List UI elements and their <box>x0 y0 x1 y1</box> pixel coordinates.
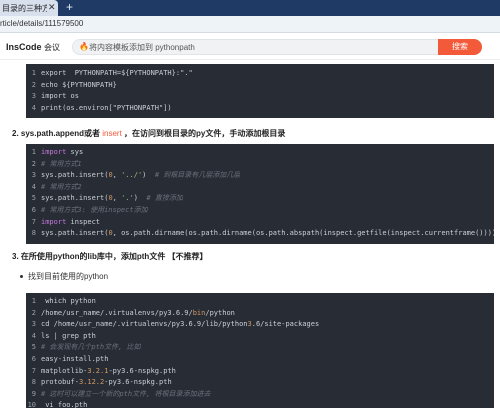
code-line: 3 sys.path.insert(0, '../') # 到根目录有几层添加几层 <box>26 170 494 182</box>
nav-item-meeting[interactable]: 会议 <box>44 42 60 53</box>
code-line: 4 ls | grep pth <box>26 331 494 343</box>
line-number: 8 <box>31 378 36 387</box>
code-line: 2 echo ${PYTHONPATH} <box>26 80 494 92</box>
insert-link[interactable]: insert <box>102 129 122 138</box>
site-logo[interactable]: InsCode <box>6 42 42 52</box>
tab-title: 目录的三种方法_l <box>2 4 47 13</box>
code-text: # 常用方式1 <box>41 159 82 168</box>
browser-tab[interactable]: 目录的三种方法_l ✕ <box>0 0 58 16</box>
code-text: # 常用方式3: 使用inspect添加 <box>41 205 148 214</box>
code-text: import sys <box>41 148 84 156</box>
search-placeholder: 将内容模板添加到 pythonpath <box>89 43 195 52</box>
code-text: ls | grep pth <box>41 331 96 340</box>
code-text: vi foo.pth <box>41 401 88 408</box>
line-number: 1 <box>31 297 36 305</box>
line-number: 5 <box>31 343 36 352</box>
heading-2-prefix: 2. sys.path.append或者 <box>12 129 103 138</box>
section-heading-3: 3. 在所使用python的lib库中，添加pth文件 【不推荐】 <box>12 251 208 262</box>
line-number: 1 <box>31 148 36 156</box>
code-text: which python <box>41 297 96 305</box>
code-block-1: 1 export PYTHONPATH=${PYTHONPATH}:"." 2 ech… <box>26 64 494 118</box>
close-icon[interactable]: ✕ <box>48 2 56 13</box>
code-line: 7 import inspect <box>26 217 494 229</box>
code-text: easy-install.pth <box>41 354 109 363</box>
code-text: protobuf-3.12.2-py3.6-nspkg.pth <box>41 378 172 387</box>
site-header: InsCode 会议 🔥 将内容模板添加到 pythonpath 搜索 <box>0 34 500 60</box>
line-number: 2 <box>31 308 36 317</box>
code-text: sys.path.insert(0, '../') # 到根目录有几层添加几层 <box>41 171 241 180</box>
code-line: 6 easy-install.pth <box>26 354 494 366</box>
new-tab-button[interactable]: + <box>66 0 73 15</box>
code-text: matplotlib-3.2.1-py3.6-nspkg.pth <box>41 366 176 375</box>
code-line: 2 # 常用方式1 <box>26 159 494 171</box>
code-text: import inspect <box>41 217 101 226</box>
line-number: 3 <box>31 320 36 329</box>
code-text: import os <box>41 92 79 101</box>
line-number: 7 <box>31 217 36 226</box>
code-line: 4 print(os.environ["PYTHONPATH"]) <box>26 103 494 115</box>
line-number: 4 <box>31 182 36 191</box>
article-content: 1 export PYTHONPATH=${PYTHONPATH}:"." 2 ech… <box>0 60 500 408</box>
code-line: 5 sys.path.insert(0, '.') # 直接添加 <box>26 193 494 205</box>
code-text: cd /home/usr_name/.virtualenvs/py3.6.9/l… <box>41 320 320 329</box>
line-number: 5 <box>31 194 36 203</box>
line-number: 8 <box>31 229 36 238</box>
line-number: 3 <box>31 92 36 101</box>
line-number: 1 <box>31 69 36 77</box>
heading-3-text: 3. 在所使用python的lib库中，添加pth文件 【不推荐】 <box>12 252 208 261</box>
code-block-3: 1 which python 2/home/usr_name/.virtualen… <box>26 293 494 408</box>
bullet-text: 找到目前使用的python <box>28 272 109 281</box>
code-line: 8 sys.path.insert(0, os.path.dirname(os.p… <box>26 228 494 240</box>
code-line: 9 # 这时可以建立一个新的pth文件, 将根目录添加进去 <box>26 389 494 401</box>
code-text: # 会发现有几个pth文件, 比如 <box>41 343 141 352</box>
line-number: 6 <box>31 205 36 214</box>
browser-tab-bar: 目录的三种方法_l ✕ + <box>0 0 500 16</box>
line-number: 9 <box>31 389 36 398</box>
code-line: 1 which python <box>26 296 494 308</box>
code-line: 3 cd /home/usr_name/.virtualenvs/py3.6.9/… <box>26 319 494 331</box>
search-button[interactable]: 搜索 <box>438 39 482 55</box>
address-bar[interactable]: rticle/details/111579500 <box>0 16 500 33</box>
search-input[interactable]: 🔥 将内容模板添加到 pythonpath <box>72 39 440 55</box>
list-item: 找到目前使用的python <box>20 271 108 282</box>
code-line: 10 vi foo.pth <box>26 400 494 408</box>
code-line: 2/home/usr_name/.virtualenvs/py3.6.9/bin… <box>26 308 494 320</box>
code-text: # 这时可以建立一个新的pth文件, 将根目录添加进去 <box>41 389 211 398</box>
code-line: 7 matplotlib-3.2.1-py3.6-nspkg.pth <box>26 366 494 378</box>
code-text: print(os.environ["PYTHONPATH"]) <box>41 103 172 112</box>
code-line: 4 # 常用方式2 <box>26 182 494 194</box>
code-line: 5 # 会发现有几个pth文件, 比如 <box>26 342 494 354</box>
line-number: 6 <box>31 354 36 363</box>
code-text: # 常用方式2 <box>41 182 82 191</box>
line-number: 7 <box>31 366 36 375</box>
code-line: 6 # 常用方式3: 使用inspect添加 <box>26 205 494 217</box>
section-heading-2: 2. sys.path.append或者 insert ，在访问到根目录的py文… <box>12 128 285 139</box>
code-line: 8 protobuf-3.12.2-py3.6-nspkg.pth <box>26 377 494 389</box>
line-number: 2 <box>31 159 36 168</box>
code-text: /home/usr_name/.virtualenvs/py3.6.9/bin/… <box>41 308 235 317</box>
code-line: 1 import sys <box>26 147 494 159</box>
code-text: echo ${PYTHONPATH} <box>41 80 117 89</box>
code-line: 3 import os <box>26 91 494 103</box>
heading-2-suffix: ，在访问到根目录的py文件，手动添加根目录 <box>121 129 286 138</box>
line-number: 10 <box>27 401 36 408</box>
fire-icon: 🔥 <box>79 42 89 51</box>
code-block-2: 1 import sys 2 # 常用方式1 3 sys.path.insert(0, '… <box>26 144 494 244</box>
search-button-label: 搜索 <box>452 42 468 51</box>
url-text[interactable]: rticle/details/111579500 <box>0 19 83 28</box>
code-line: 1 export PYTHONPATH=${PYTHONPATH}:"." <box>26 68 494 80</box>
line-number: 4 <box>31 103 36 112</box>
code-text: sys.path.insert(0, os.path.dirname(os.pa… <box>41 229 494 238</box>
line-number: 3 <box>31 171 36 180</box>
line-number: 4 <box>31 331 36 340</box>
code-text: sys.path.insert(0, '.') # 直接添加 <box>41 194 183 203</box>
line-number: 2 <box>31 80 36 89</box>
code-text: export PYTHONPATH=${PYTHONPATH}:"." <box>41 69 193 77</box>
bullet-icon <box>20 275 23 279</box>
